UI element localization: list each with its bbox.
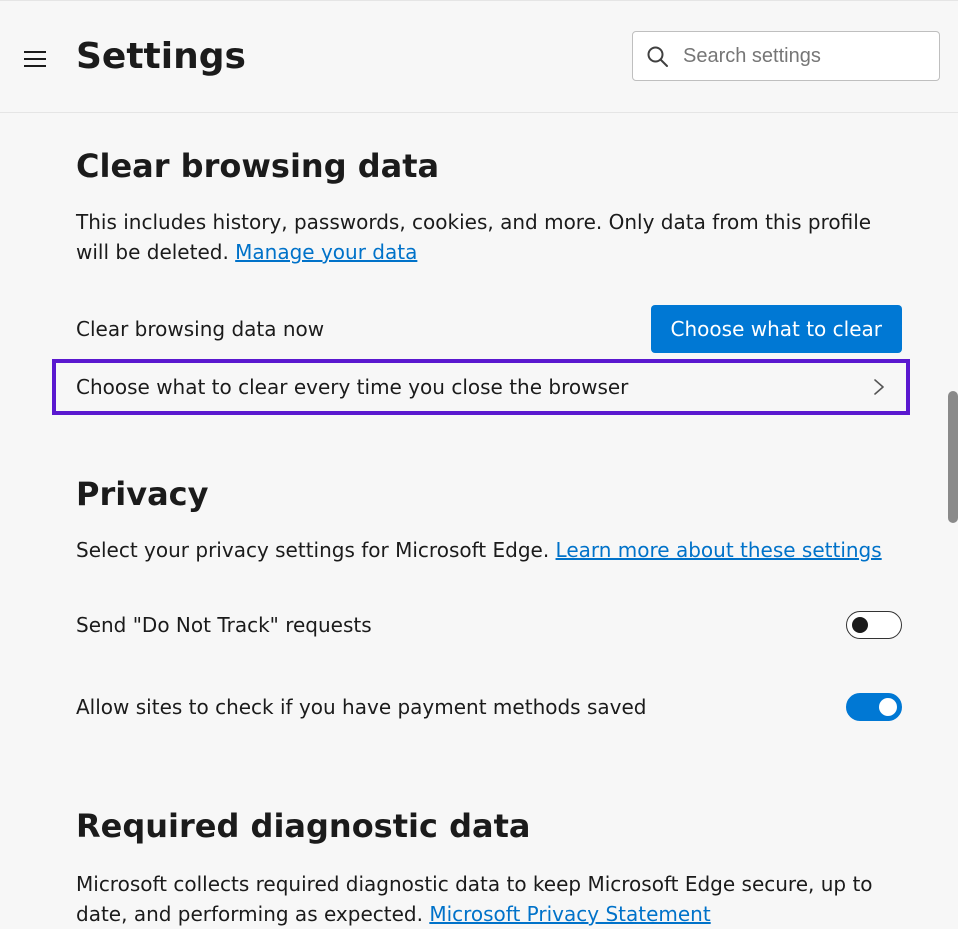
privacy-description: Select your privacy settings for Microso… [76,535,902,565]
header-bar: Settings [0,0,958,113]
settings-content: Clear browsing data This includes histor… [0,113,930,929]
dnt-row: Send "Do Not Track" requests [76,599,902,651]
manage-your-data-link[interactable]: Manage your data [235,240,417,264]
choose-on-close-label: Choose what to clear every time you clos… [76,375,628,399]
search-input[interactable] [683,45,927,68]
page-title: Settings [76,36,246,77]
search-box[interactable] [632,31,940,81]
privacy-statement-link[interactable]: Microsoft Privacy Statement [429,902,710,926]
scrollbar-thumb[interactable] [948,391,958,523]
hamburger-menu-icon[interactable] [24,45,52,73]
clear-now-row: Clear browsing data now Choose what to c… [76,303,902,355]
section-title-privacy: Privacy [76,475,902,513]
clear-browsing-desc-text: This includes history, passwords, cookie… [76,210,871,264]
chevron-right-icon [870,378,888,396]
search-icon [645,44,669,68]
clear-browsing-description: This includes history, passwords, cookie… [76,207,902,267]
choose-on-close-row[interactable]: Choose what to clear every time you clos… [52,359,910,415]
payment-toggle[interactable] [846,693,902,721]
section-title-clear-browsing: Clear browsing data [76,147,902,185]
diagnostic-description: Microsoft collects required diagnostic d… [76,869,902,929]
dnt-label: Send "Do Not Track" requests [76,613,372,637]
learn-more-privacy-link[interactable]: Learn more about these settings [556,538,882,562]
dnt-toggle[interactable] [846,611,902,639]
choose-what-to-clear-button[interactable]: Choose what to clear [651,305,902,353]
payment-row: Allow sites to check if you have payment… [76,681,902,733]
privacy-desc-text: Select your privacy settings for Microso… [76,538,556,562]
section-title-diagnostic: Required diagnostic data [76,807,902,845]
clear-now-label: Clear browsing data now [76,317,324,341]
payment-label: Allow sites to check if you have payment… [76,695,646,719]
